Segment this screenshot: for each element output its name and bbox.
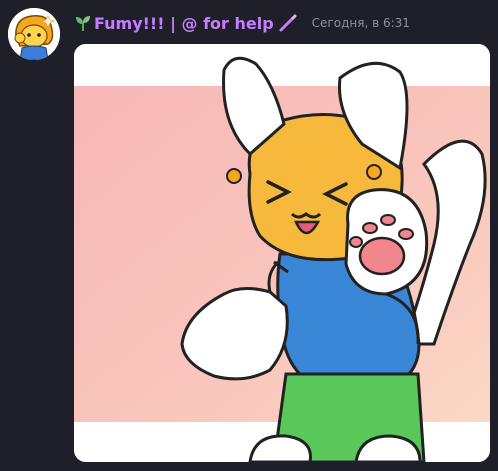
- image-attachment[interactable]: [74, 44, 490, 462]
- pencil-icon: [278, 13, 298, 33]
- username-text: Fumy!!! | @ for help: [94, 13, 274, 33]
- avatar-character-icon: [8, 8, 60, 60]
- user-avatar[interactable]: [8, 8, 60, 60]
- chat-message: Fumy!!! | @ for help Сегодня, в 6:31: [0, 0, 498, 471]
- username[interactable]: Fumy!!! | @ for help: [74, 13, 298, 33]
- seedling-icon: [74, 14, 92, 32]
- message-timestamp: Сегодня, в 6:31: [311, 16, 410, 30]
- message-header: Fumy!!! | @ for help Сегодня, в 6:31: [74, 10, 410, 36]
- cartoon-cat-waving-image: [74, 44, 490, 462]
